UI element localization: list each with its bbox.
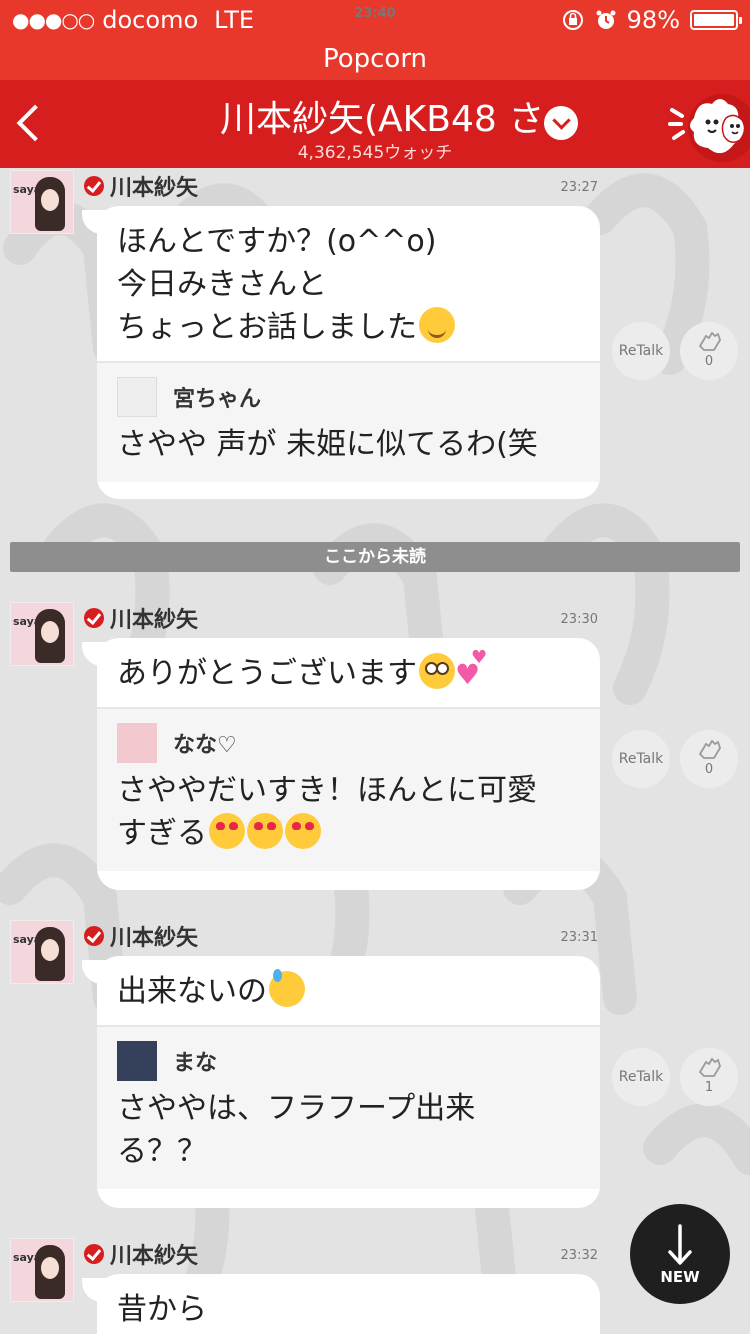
message-text: ほんとですか？(o^^o) 今日みきさんと ちょっとお話しました	[117, 224, 437, 345]
message-time: 23:30	[560, 612, 598, 627]
watch-count: 4,362,545ウォッチ	[297, 143, 453, 163]
new-button-label: NEW	[660, 1268, 700, 1286]
clap-icon	[698, 331, 721, 351]
quoted-user-avatar	[117, 723, 157, 763]
heart-eyes-emoji-icon	[247, 813, 283, 849]
message-time: 23:31	[560, 930, 598, 945]
message-time: 23:27	[560, 180, 598, 195]
clap-count: 0	[704, 762, 714, 777]
message-item: saya 川本紗矢 23:31 出来ないの まな さややは、フラフープ出来 る？…	[0, 918, 750, 1208]
verified-badge-icon	[84, 1244, 104, 1264]
two-hearts-emoji-icon	[455, 649, 487, 689]
author-name: 川本紗矢	[110, 176, 199, 201]
quoted-comment[interactable]: まな さややは、フラフープ出来 る？？	[97, 1025, 600, 1189]
unread-divider: ここから未読	[10, 542, 740, 572]
author-name: 川本紗矢	[110, 926, 199, 951]
clap-icon	[698, 1057, 721, 1077]
message-author: 川本紗矢	[84, 170, 198, 202]
popcorn-mascot-icon[interactable]	[668, 88, 750, 164]
rotation-lock-icon	[562, 10, 583, 30]
quoted-text: さややは、フラフープ出来 る？？	[117, 1091, 476, 1169]
message-author: 川本紗矢	[84, 1238, 198, 1270]
retalk-button[interactable]: ReTalk	[612, 322, 670, 380]
alarm-clock-icon	[596, 10, 616, 29]
retalk-button[interactable]: ReTalk	[612, 1048, 670, 1106]
clap-count: 0	[704, 354, 714, 369]
battery-percent: 98%	[626, 6, 680, 34]
battery-icon	[690, 10, 742, 30]
jump-to-new-button[interactable]: NEW	[630, 1204, 730, 1304]
quoted-comment[interactable]: 宮ちゃん さやや 声が 未姫に似てるわ(笑	[97, 361, 600, 482]
verified-badge-icon	[84, 926, 104, 946]
message-text: 出来ないの	[117, 974, 267, 1009]
clap-button[interactable]: 0	[680, 730, 738, 788]
quoted-text: さややだいすき！ほんとに可愛 すぎる	[117, 773, 537, 851]
clap-button[interactable]: 0	[680, 322, 738, 380]
message-bubble[interactable]: ほんとですか？(o^^o) 今日みきさんと ちょっとお話しました 宮ちゃん さや…	[97, 206, 600, 499]
heart-eyes-emoji-icon	[285, 813, 321, 849]
status-bar: ●●●○○ docomo LTE 23:40 98%	[0, 0, 750, 40]
verified-badge-icon	[84, 176, 104, 196]
clap-icon	[698, 739, 721, 759]
avatar[interactable]: saya	[10, 602, 74, 666]
retalk-button[interactable]: ReTalk	[612, 730, 670, 788]
message-item: saya 川本紗矢 23:27 ほんとですか？(o^^o) 今日みきさんと ちょ…	[0, 168, 750, 508]
quoted-user-name: 宮ちゃん	[173, 387, 262, 412]
message-text: 昔から	[117, 1292, 207, 1327]
downcast-sweat-emoji-icon	[269, 969, 305, 1007]
quoted-comment[interactable]: なな♡ さややだいすき！ほんとに可愛 すぎる	[97, 707, 600, 871]
message-author: 川本紗矢	[84, 602, 198, 634]
arrow-down-icon	[668, 1224, 692, 1265]
channel-title[interactable]: 川本紗矢(AKB48 さ	[220, 90, 550, 142]
avatar[interactable]: saya	[10, 1238, 74, 1302]
author-name: 川本紗矢	[110, 608, 199, 633]
avatar[interactable]: saya	[10, 920, 74, 984]
channel-dropdown-button[interactable]	[544, 106, 578, 140]
message-bubble[interactable]: 昔から	[97, 1274, 600, 1334]
author-name: 川本紗矢	[110, 1244, 199, 1269]
clap-button[interactable]: 1	[680, 1048, 738, 1106]
heart-eyes-emoji-icon	[209, 813, 245, 849]
chat-timeline[interactable]: saya 川本紗矢 23:27 ほんとですか？(o^^o) 今日みきさんと ちょ…	[0, 168, 750, 1334]
flushed-face-emoji-icon	[419, 653, 455, 689]
quoted-user-avatar	[117, 377, 157, 417]
clap-count: 1	[704, 1080, 714, 1095]
quoted-user-name: まな	[173, 1051, 218, 1076]
quoted-user-avatar	[117, 1041, 157, 1081]
app-name: Popcorn	[0, 40, 750, 80]
avatar[interactable]: saya	[10, 170, 74, 234]
smiling-blush-emoji-icon	[419, 307, 455, 343]
quoted-text: さやや 声が 未姫に似てるわ(笑	[117, 427, 538, 462]
message-text: ありがとうございます	[117, 656, 417, 691]
message-bubble[interactable]: ありがとうございます なな♡ さややだいすき！ほんとに可愛 すぎる	[97, 638, 600, 890]
channel-header: 川本紗矢(AKB48 さ 4,362,545ウォッチ	[0, 80, 750, 168]
quoted-user-name: なな♡	[173, 733, 237, 758]
message-time: 23:32	[560, 1248, 598, 1263]
verified-badge-icon	[84, 608, 104, 628]
message-item: saya 川本紗矢 23:30 ありがとうございます なな♡ さややだいすき！ほ…	[0, 600, 750, 890]
message-author: 川本紗矢	[84, 920, 198, 952]
message-bubble[interactable]: 出来ないの まな さややは、フラフープ出来 る？？	[97, 956, 600, 1208]
